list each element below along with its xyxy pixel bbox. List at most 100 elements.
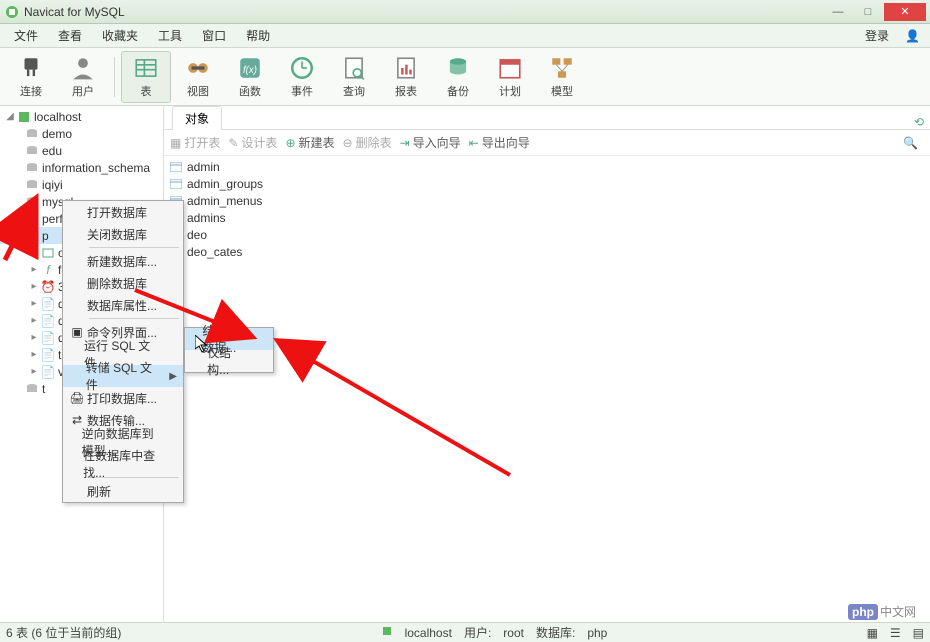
report-icon <box>393 55 419 81</box>
ctx-dump-sql[interactable]: 转储 SQL 文件▶ <box>63 365 183 387</box>
ctx-find-in-db[interactable]: 在数据库中查找... <box>63 453 183 475</box>
expand-icon[interactable]: ▸ <box>28 281 40 292</box>
php-badge: php <box>848 604 878 620</box>
folder-icon: 📄 <box>40 313 56 329</box>
connection-icon <box>16 109 32 125</box>
ctx-structure-only[interactable]: 仅结构... <box>185 350 273 372</box>
tool-table[interactable]: 表 <box>121 51 171 103</box>
ctx-db-props[interactable]: 数据库属性... <box>63 294 183 316</box>
menu-file[interactable]: 文件 <box>4 25 48 46</box>
table-row[interactable]: deo <box>164 226 930 243</box>
plug-icon <box>18 55 44 81</box>
minimize-button[interactable]: — <box>824 3 852 21</box>
expand-icon[interactable]: ▸ <box>28 315 40 326</box>
database-icon <box>24 228 40 244</box>
menu-help[interactable]: 帮助 <box>236 25 280 46</box>
ctx-delete-db[interactable]: 删除数据库 <box>63 272 183 294</box>
status-grid-icon[interactable]: ▦ <box>867 626 878 640</box>
menu-window[interactable]: 窗口 <box>192 25 236 46</box>
ctx-print-db[interactable]: 🖨打印数据库... <box>63 387 183 409</box>
expand-icon[interactable]: ▸ <box>28 247 40 258</box>
tool-connection[interactable]: 连接 <box>6 51 56 103</box>
ctx-separator <box>89 247 179 248</box>
table-row[interactable]: admins <box>164 209 930 226</box>
tree-db-edu[interactable]: edu <box>0 142 163 159</box>
expand-icon[interactable]: ◢ <box>12 230 24 241</box>
ctx-open-db[interactable]: 打开数据库 <box>63 201 183 223</box>
tool-schedule[interactable]: 计划 <box>485 51 535 103</box>
objbar-import[interactable]: ⇥导入向导 <box>400 134 461 151</box>
user-icon[interactable]: 👤 <box>905 29 920 43</box>
open-icon: ▦ <box>170 136 181 150</box>
ctx-new-db[interactable]: 新建数据库... <box>63 250 183 272</box>
connection-icon <box>381 625 393 640</box>
status-connection: localhost <box>405 626 452 640</box>
status-user: root <box>503 626 524 640</box>
tool-view[interactable]: 视图 <box>173 51 223 103</box>
tree-db-informationschema[interactable]: information_schema <box>0 159 163 176</box>
window-controls: — □ ✕ <box>824 3 926 21</box>
ctx-refresh[interactable]: 刷新 <box>63 480 183 502</box>
tool-event[interactable]: 事件 <box>277 51 327 103</box>
status-detail-icon[interactable]: ▤ <box>913 626 924 640</box>
expand-icon[interactable]: ▸ <box>28 298 40 309</box>
new-icon: ⊕ <box>285 136 295 150</box>
print-icon: 🖨 <box>67 391 87 405</box>
expand-icon[interactable]: ▸ <box>28 366 40 377</box>
objbar-delete[interactable]: ⊖删除表 <box>343 134 392 151</box>
folder-icon: ⏰ <box>40 279 56 295</box>
status-bar: 6 表 (6 位于当前的组) localhost 用户: root 数据库: p… <box>0 622 930 642</box>
tool-function[interactable]: f(x) 函数 <box>225 51 275 103</box>
menu-tools[interactable]: 工具 <box>148 25 192 46</box>
database-icon <box>24 381 40 397</box>
database-icon <box>24 177 40 193</box>
expand-icon[interactable]: ▸ <box>28 264 40 275</box>
ctx-close-db[interactable]: 关闭数据库 <box>63 223 183 245</box>
table-row[interactable]: admin_groups <box>164 175 930 192</box>
status-list-icon[interactable]: ☰ <box>890 626 901 640</box>
ctx-separator <box>89 318 179 319</box>
tree-connection[interactable]: ◢ localhost <box>0 108 163 125</box>
menu-favorites[interactable]: 收藏夹 <box>92 25 148 46</box>
tab-sync-icon[interactable]: ⟲ <box>914 115 924 129</box>
search-icon[interactable]: 🔍 <box>903 136 918 150</box>
window-title: Navicat for MySQL <box>24 5 824 19</box>
context-menu-database: 打开数据库 关闭数据库 新建数据库... 删除数据库 数据库属性... ▣命令列… <box>62 200 184 503</box>
table-row[interactable]: admin_menus <box>164 192 930 209</box>
expand-icon[interactable]: ▸ <box>28 332 40 343</box>
fx-icon: f(x) <box>237 55 263 81</box>
table-row[interactable]: admin <box>164 158 930 175</box>
objbar-open[interactable]: ▦打开表 <box>170 134 220 151</box>
login-link[interactable]: 登录 <box>855 25 899 46</box>
svg-text:f(x): f(x) <box>243 64 257 75</box>
toolbar: 连接 用户 表 视图 f(x) 函数 事件 查询 报表 备份 计划 模型 <box>0 48 930 106</box>
backup-icon <box>445 55 471 81</box>
maximize-button[interactable]: □ <box>854 3 882 21</box>
objbar-design[interactable]: ✎设计表 <box>228 134 277 151</box>
folder-icon: 📄 <box>40 364 56 380</box>
expand-icon[interactable]: ◢ <box>4 111 16 122</box>
tool-report[interactable]: 报表 <box>381 51 431 103</box>
close-button[interactable]: ✕ <box>884 3 926 21</box>
tree-db-demo[interactable]: demo <box>0 125 163 142</box>
objbar-export[interactable]: ⇤导出向导 <box>469 134 530 151</box>
menu-view[interactable]: 查看 <box>48 25 92 46</box>
design-icon: ✎ <box>228 136 238 150</box>
toolbar-separator <box>114 57 115 97</box>
expand-icon[interactable]: ▸ <box>28 349 40 360</box>
tab-objects[interactable]: 对象 <box>172 106 222 130</box>
status-db-label: 数据库: <box>536 624 575 641</box>
tool-backup[interactable]: 备份 <box>433 51 483 103</box>
tree-db-iqiyi[interactable]: iqiyi <box>0 176 163 193</box>
tool-model[interactable]: 模型 <box>537 51 587 103</box>
view-icon <box>185 55 211 81</box>
tool-query[interactable]: 查询 <box>329 51 379 103</box>
database-icon <box>24 143 40 159</box>
database-icon <box>24 126 40 142</box>
tool-user[interactable]: 用户 <box>58 51 108 103</box>
status-count: 6 表 (6 位于当前的组) <box>6 624 121 641</box>
database-icon <box>24 211 40 227</box>
objbar-new[interactable]: ⊕新建表 <box>285 134 334 151</box>
schedule-icon <box>497 55 523 81</box>
table-row[interactable]: deo_cates <box>164 243 930 260</box>
